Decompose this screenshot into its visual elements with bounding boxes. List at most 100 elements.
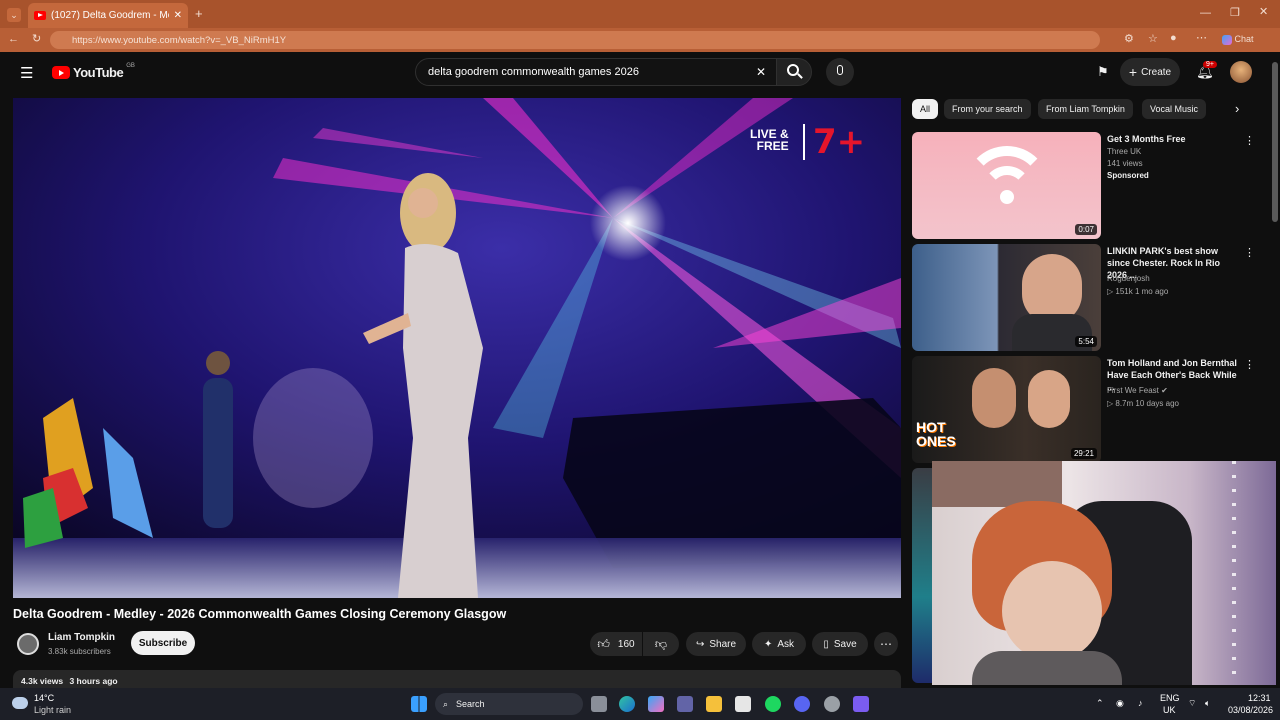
windows-start-icon[interactable] <box>411 696 427 712</box>
ask-button[interactable]: ✦ Ask <box>752 632 806 656</box>
discord-icon[interactable] <box>794 696 810 712</box>
clock-date: 03/08/2026 <box>1228 705 1274 715</box>
notification-badge: 9+ <box>1203 61 1217 68</box>
video-title: Delta Goodrem - Medley - 2026 Commonweal… <box>13 607 507 621</box>
sparkle-icon: ✦ <box>763 638 773 650</box>
rec-menu-icon[interactable]: ⋮ <box>1244 246 1255 259</box>
search-button[interactable] <box>776 58 812 86</box>
refresh-icon[interactable]: ↻ <box>32 34 41 45</box>
rec-stats: ▷ 8.7m 10 days ago <box>1107 399 1179 408</box>
settings-icon[interactable] <box>824 696 840 712</box>
dislike-button[interactable]: 👎︎ <box>643 632 679 656</box>
chip-from-channel[interactable]: From Liam Tompkin <box>1038 99 1133 119</box>
menu-icon[interactable]: ☰ <box>20 64 33 82</box>
wifi-tray-icon[interactable]: ⌔ <box>1188 698 1196 709</box>
rec-title[interactable]: Get 3 Months Free <box>1107 133 1242 145</box>
more-icon[interactable]: ⋯ <box>1196 33 1207 44</box>
file-explorer-icon[interactable] <box>706 696 722 712</box>
favorites-icon[interactable]: ☆ <box>1148 34 1158 45</box>
tab-actions-icon[interactable]: ⌄ <box>7 8 21 22</box>
store-icon[interactable] <box>735 696 751 712</box>
browser-tab[interactable]: (1027) Delta Goodrem - Medl ✕ <box>28 3 188 28</box>
clear-search-icon[interactable]: ✕ <box>756 65 766 79</box>
view-count: 4.3k views <box>21 676 64 686</box>
close-window-icon[interactable]: ✕ <box>1259 7 1268 18</box>
rec-views: 141 views <box>1107 159 1143 168</box>
channel-watermark: LIVE & FREE <box>750 128 789 152</box>
language-code[interactable]: ENG <box>1160 693 1180 703</box>
ad-thumbnail[interactable]: 0:07 <box>912 132 1101 239</box>
video-player[interactable]: LIVE & FREE 7+ <box>13 98 901 598</box>
copilot-icon <box>1222 34 1232 45</box>
mic-tray-icon[interactable]: ♪ <box>1138 698 1143 708</box>
thumbs-up-icon: 👍︎ <box>597 636 610 651</box>
subscribe-button[interactable]: Subscribe <box>131 631 195 655</box>
profile-icon[interactable]: ● <box>1170 33 1177 44</box>
network-icon[interactable]: ◉ <box>1116 698 1124 709</box>
new-tab-icon[interactable]: + <box>195 7 203 20</box>
chip-vocal-music[interactable]: Vocal Music <box>1142 99 1207 119</box>
like-button[interactable]: 👍︎ 160 <box>590 632 642 656</box>
chip-label: Vocal Music <box>1150 104 1199 114</box>
channel-name[interactable]: Liam Tompkin <box>48 632 115 643</box>
subscribe-label: Subscribe <box>138 637 188 649</box>
search-input[interactable]: delta goodrem commonwealth games 2026 ✕ <box>415 58 777 86</box>
rec-stats: ▷ 151k 1 mo ago <box>1107 287 1169 296</box>
region-code: GB <box>126 62 135 69</box>
task-view-icon[interactable] <box>591 696 607 712</box>
more-actions-button[interactable]: ⋯ <box>874 632 898 656</box>
video-frame <box>13 98 901 598</box>
browser-tab-bar: ⌄ (1027) Delta Goodrem - Medl ✕ + — ❐ ✕ <box>0 0 1280 28</box>
minimize-icon[interactable]: — <box>1200 8 1211 19</box>
clock-time[interactable]: 12:31 <box>1248 693 1271 703</box>
chip-from-your-search[interactable]: From your search <box>944 99 1031 119</box>
cast-icon[interactable]: ⚑ <box>1097 64 1109 80</box>
youtube-logo[interactable]: YouTube GB <box>52 62 135 80</box>
chip-label: From your search <box>952 104 1023 114</box>
address-bar[interactable]: https://www.youtube.com/watch?v=_VB_NiRm… <box>50 31 1100 49</box>
avatar[interactable] <box>1230 61 1252 83</box>
weather-desc: Light rain <box>34 705 72 715</box>
youtube-logo-text: YouTube <box>73 65 124 80</box>
rec-thumbnail[interactable]: HOT ONES 29:21 <box>912 356 1101 463</box>
thumbs-down-icon: 👎︎ <box>654 636 668 651</box>
extensions-icon[interactable]: ⚙ <box>1124 34 1134 45</box>
chip-label: From Liam Tompkin <box>1046 104 1125 114</box>
app-grid-icon[interactable] <box>853 696 869 712</box>
rec-menu-icon[interactable]: ⋮ <box>1244 358 1255 371</box>
weather-icon[interactable] <box>12 697 28 709</box>
save-label: Save <box>833 638 857 650</box>
description-box[interactable]: 4.3k views 3 hours ago <box>13 670 901 688</box>
save-button[interactable]: ▯ Save <box>812 632 868 656</box>
chevron-right-icon[interactable]: › <box>1235 101 1239 116</box>
share-button[interactable]: ↪ Share <box>686 632 746 656</box>
webcam-overlay <box>932 461 1276 685</box>
search-query: delta goodrem commonwealth games 2026 <box>428 66 639 78</box>
tray-expand-icon[interactable]: ⌃ <box>1096 698 1104 709</box>
copilot-icon[interactable] <box>648 696 664 712</box>
search-icon: ⌕ <box>443 698 449 709</box>
back-icon[interactable]: ← <box>8 34 19 45</box>
spotify-icon[interactable] <box>765 696 781 712</box>
close-tab-icon[interactable]: ✕ <box>174 10 182 21</box>
taskbar-search[interactable]: ⌕ Search <box>435 693 583 715</box>
chip-all[interactable]: All <box>912 99 939 119</box>
sponsored-label: Sponsored <box>1107 171 1149 180</box>
weather-temp: 14°C <box>34 693 55 703</box>
share-icon: ↪ <box>695 638 705 650</box>
rec-thumbnail[interactable]: 5:54 <box>912 244 1101 351</box>
rec-menu-icon[interactable]: ⋮ <box>1244 134 1255 147</box>
voice-search-button[interactable] <box>826 58 854 86</box>
video-duration: 0:07 <box>1075 224 1097 235</box>
bookmark-icon: ▯ <box>823 638 829 650</box>
language-region: UK <box>1163 705 1176 715</box>
edge-icon[interactable] <box>619 696 635 712</box>
channel-avatar[interactable] <box>17 633 39 655</box>
url-text: https://www.youtube.com/watch?v=_VB_NiRm… <box>72 34 287 46</box>
restore-icon[interactable]: ❐ <box>1230 8 1240 19</box>
volume-icon[interactable]: 🔈︎ <box>1205 698 1210 709</box>
chat-button[interactable]: Chat <box>1222 34 1254 45</box>
teams-icon[interactable] <box>677 696 693 712</box>
create-button[interactable]: + Create <box>1120 58 1180 86</box>
rec-channel: Three UK <box>1107 147 1142 156</box>
